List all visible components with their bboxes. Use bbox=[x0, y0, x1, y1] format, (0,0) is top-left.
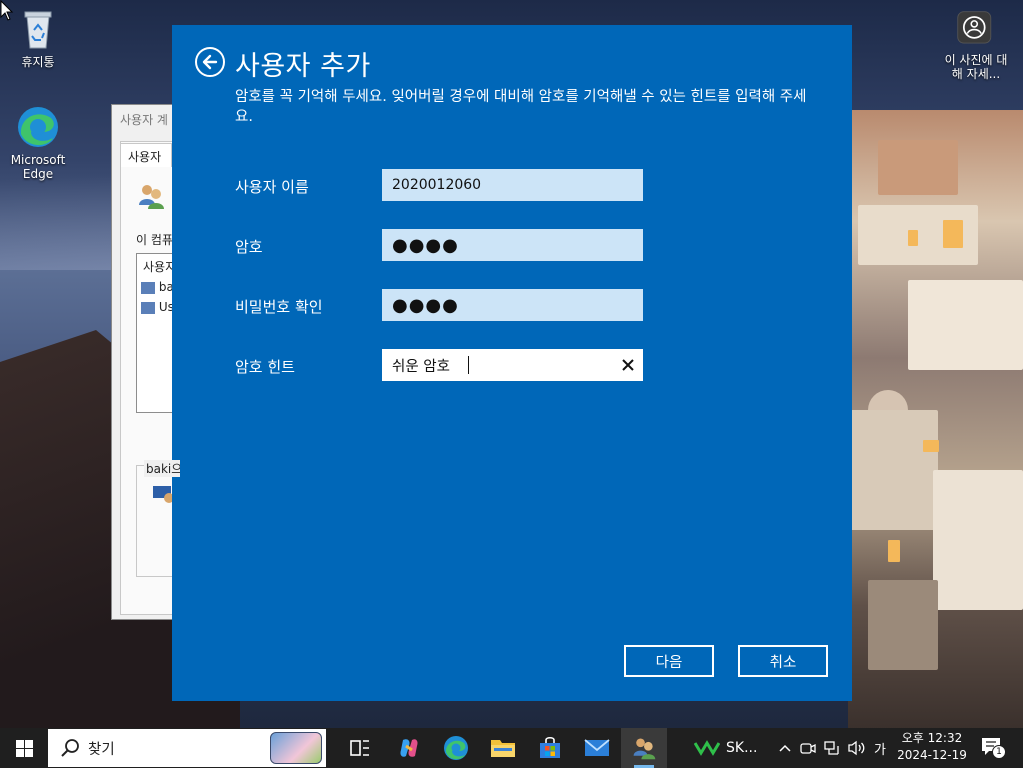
dialog-description: 암호를 꼭 기억해 두세요. 잊어버릴 경우에 대비해 암호를 기억해낼 수 있… bbox=[235, 89, 807, 125]
copilot-button[interactable] bbox=[386, 728, 432, 768]
windows-logo-icon bbox=[15, 739, 33, 757]
mail-button[interactable] bbox=[574, 728, 620, 768]
confirm-password-input[interactable] bbox=[382, 289, 643, 321]
ime-label: 가 bbox=[874, 742, 886, 758]
store-icon bbox=[540, 736, 560, 758]
notification-count-badge: 1 bbox=[992, 745, 1006, 759]
username-input[interactable] bbox=[382, 169, 643, 201]
user-accounts-window-title: 사용자 계 bbox=[120, 113, 168, 127]
copilot-icon bbox=[400, 739, 418, 757]
sk-app-label: SK... bbox=[726, 740, 758, 756]
close-icon bbox=[622, 359, 634, 371]
edge-icon bbox=[444, 736, 468, 760]
recycle-bin-label: 휴지통 bbox=[21, 55, 55, 69]
users-icon bbox=[139, 185, 164, 209]
camera-spotlight-icon bbox=[957, 11, 992, 44]
edge-icon bbox=[18, 107, 58, 147]
arrow-left-icon bbox=[202, 54, 218, 70]
clock-date: 2024-12-19 bbox=[897, 748, 967, 762]
back-button[interactable] bbox=[195, 47, 225, 77]
username-label: 사용자 이름 bbox=[235, 178, 309, 196]
camera-icon bbox=[800, 743, 816, 754]
recycle-bin-icon bbox=[24, 11, 52, 49]
desktop-icon-spotlight[interactable]: 이 사진에 대해 자세... bbox=[943, 10, 1009, 81]
clear-hint-button[interactable] bbox=[613, 349, 643, 381]
spotlight-label: 이 사진에 대해 자세... bbox=[944, 53, 1008, 81]
edge-label: Microsoft Edge bbox=[10, 153, 66, 181]
microsoft-store-button[interactable] bbox=[527, 728, 573, 768]
sk-logo-icon bbox=[694, 740, 720, 756]
folder-icon bbox=[491, 740, 515, 757]
search-icon bbox=[61, 739, 79, 757]
cancel-button[interactable]: 취소 bbox=[738, 645, 828, 677]
input-method-indicator[interactable]: 가 bbox=[870, 728, 890, 768]
search-highlight-image bbox=[270, 732, 322, 764]
taskbar-clock[interactable]: 오후 12:32 2024-12-19 bbox=[892, 730, 972, 764]
taskbar: 찾기 SK... 가 오후 12:32 2024-12-19 1 bbox=[0, 728, 1023, 768]
password-label: 암호 bbox=[235, 238, 263, 256]
search-placeholder: 찾기 bbox=[88, 742, 115, 758]
confirm-password-label: 비밀번호 확인 bbox=[235, 298, 323, 316]
user-list-item[interactable]: Us bbox=[141, 300, 174, 314]
file-explorer-button[interactable] bbox=[480, 728, 526, 768]
show-hidden-icons-button[interactable] bbox=[776, 728, 794, 768]
users-icon bbox=[633, 738, 656, 760]
desktop-icon-edge[interactable]: Microsoft Edge bbox=[6, 104, 70, 181]
desktop-icon-recycle-bin[interactable]: 휴지통 bbox=[6, 6, 70, 69]
network-icon bbox=[824, 741, 839, 755]
notification-center-button[interactable]: 1 bbox=[980, 736, 1006, 760]
start-button[interactable] bbox=[8, 734, 40, 762]
sk-app-button[interactable]: SK... bbox=[694, 728, 757, 768]
user-small-icon bbox=[141, 281, 155, 294]
taskbar-search-box[interactable]: 찾기 bbox=[48, 729, 326, 767]
mouse-cursor-icon bbox=[0, 0, 14, 21]
wallpaper-town bbox=[848, 110, 1023, 728]
meet-now-button[interactable] bbox=[798, 728, 818, 768]
network-button[interactable] bbox=[822, 728, 842, 768]
edge-taskbar-button[interactable] bbox=[433, 728, 479, 768]
password-input[interactable] bbox=[382, 229, 643, 261]
task-view-icon bbox=[350, 740, 369, 756]
password-hint-field[interactable] bbox=[382, 349, 643, 381]
clock-time: 오후 12:32 bbox=[901, 731, 963, 745]
task-view-button[interactable] bbox=[337, 728, 383, 768]
password-hint-input[interactable] bbox=[382, 349, 613, 381]
next-button[interactable]: 다음 bbox=[624, 645, 714, 677]
user-group-label: baki으 bbox=[144, 460, 180, 477]
user-accounts-window: 사용자 계 사용자 이 컴퓨 사용지 ba Us baki으 bbox=[111, 104, 181, 620]
user-small-icon bbox=[141, 301, 155, 314]
volume-button[interactable] bbox=[846, 728, 868, 768]
computer-users-label: 이 컴퓨 bbox=[136, 233, 173, 247]
dialog-title: 사용자 추가 bbox=[235, 51, 371, 82]
speaker-icon bbox=[848, 740, 865, 756]
text-caret bbox=[468, 356, 469, 374]
chevron-up-icon bbox=[779, 744, 791, 752]
password-hint-label: 암호 힌트 bbox=[235, 358, 295, 376]
tab-users[interactable]: 사용자 bbox=[120, 143, 172, 167]
user-accounts-taskbar-button[interactable] bbox=[621, 728, 667, 768]
add-user-dialog: 사용자 추가 암호를 꼭 기억해 두세요. 잊어버릴 경우에 대비해 암호를 기… bbox=[172, 25, 852, 701]
user-list-item[interactable]: ba bbox=[141, 280, 174, 294]
mail-icon bbox=[584, 739, 610, 756]
